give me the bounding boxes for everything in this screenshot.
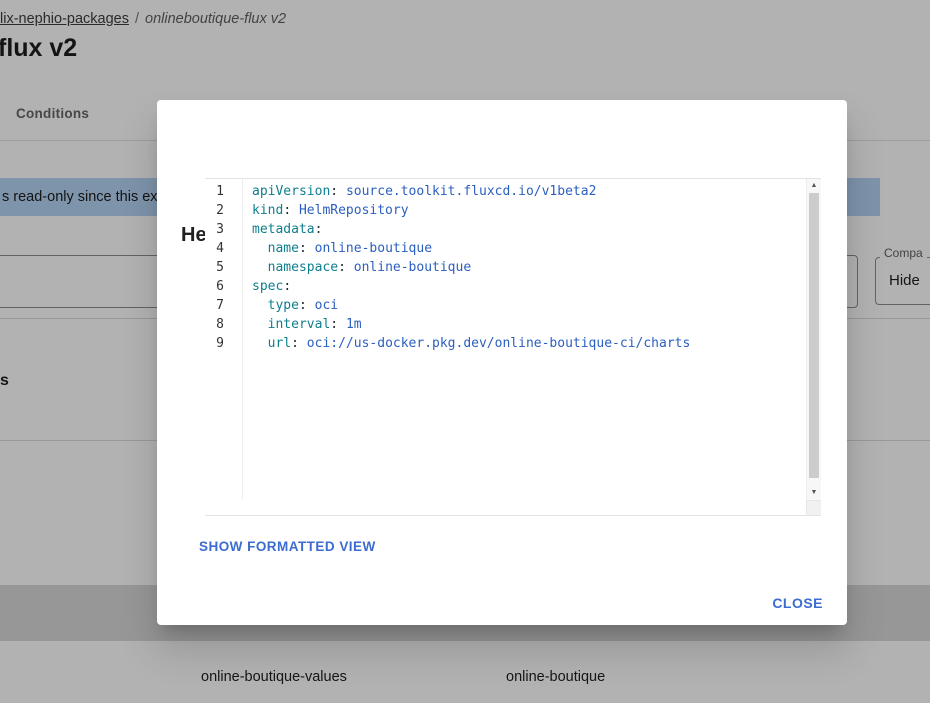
resource-viewer-dialog: HelmRepository online-boutique 123456789…: [157, 100, 847, 625]
yaml-editor: 123456789 apiVersion: source.toolkit.flu…: [205, 178, 821, 516]
scroll-down-icon[interactable]: ▼: [807, 486, 821, 500]
scrollbar-thumb[interactable]: [809, 193, 819, 478]
scrollbar-corner: [806, 500, 821, 515]
show-formatted-view-button[interactable]: SHOW FORMATTED VIEW: [191, 533, 384, 560]
close-button[interactable]: CLOSE: [764, 589, 831, 617]
editor-code[interactable]: apiVersion: source.toolkit.fluxcd.io/v1b…: [244, 179, 806, 500]
vertical-scrollbar[interactable]: ▲ ▼: [806, 179, 821, 500]
app-window: lix-nephio-packages/onlineboutique-flux …: [0, 0, 930, 703]
scroll-up-icon[interactable]: ▲: [807, 179, 821, 193]
editor-gutter: 123456789: [205, 179, 243, 500]
